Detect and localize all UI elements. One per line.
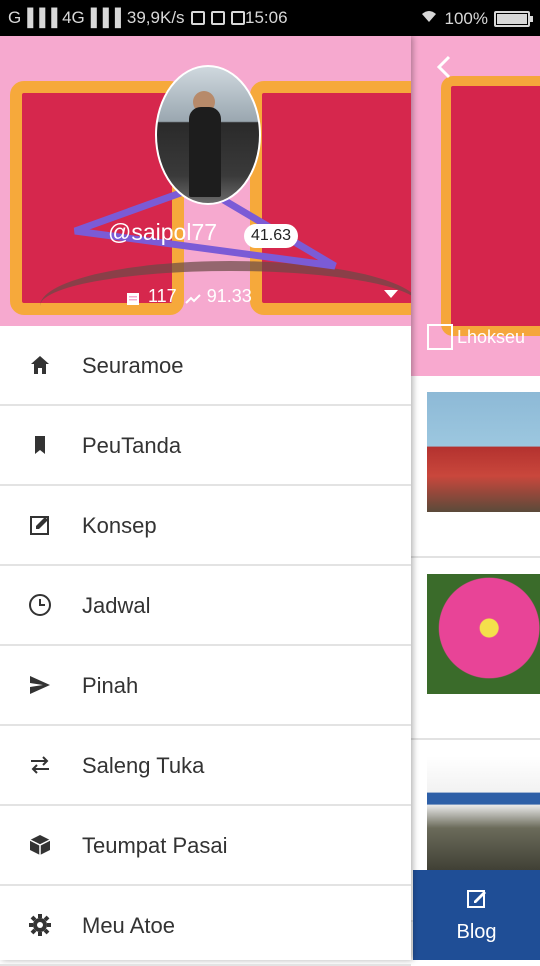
menu-item-jadwal[interactable]: Jadwal (0, 566, 411, 646)
media-icon (230, 11, 245, 25)
post-thumbnail (427, 574, 540, 694)
post-thumbnail (427, 756, 540, 876)
back-arrow-icon[interactable] (431, 54, 457, 80)
location-tag: Lhokseu (427, 324, 525, 350)
check-icon (210, 11, 225, 25)
menu-item-konsep[interactable]: Konsep (0, 486, 411, 566)
navigation-drawer: @saipol77 41.63 117 91.33 Seuramoe PeuTa… (0, 36, 411, 966)
post-thumbnail (427, 392, 540, 512)
profile-stats: 117 91.33 (126, 286, 252, 307)
menu-item-seuramoe[interactable]: Seuramoe (0, 326, 411, 406)
edit-icon (465, 886, 489, 915)
menu-item-meu-atoe[interactable]: Meu Atoe (0, 886, 411, 966)
posts-count: 117 (148, 286, 177, 306)
account-dropdown-icon[interactable] (384, 290, 398, 298)
signal-indicator: G▐▐▐ 4G▐▐▐ (8, 8, 121, 27)
send-icon (28, 673, 52, 697)
network-speed: 39,9K/s (126, 8, 185, 27)
bookmark-icon (28, 433, 52, 457)
edit-icon (28, 513, 52, 537)
menu-item-peutanda[interactable]: PeuTanda (0, 406, 411, 486)
blog-button[interactable]: Blog (413, 870, 540, 960)
trend-icon (184, 290, 201, 304)
battery-percent: 100% (444, 8, 488, 28)
avatar[interactable] (155, 65, 261, 205)
background-screen: Lhokseu Blog (411, 36, 540, 960)
location-icon (427, 324, 453, 350)
menu-item-label: Pinah (82, 673, 139, 698)
blog-button-label: Blog (456, 921, 497, 943)
menu-item-label: Jadwal (82, 593, 151, 618)
gear-icon (28, 913, 52, 937)
background-header: Lhokseu (411, 36, 540, 376)
chat-icon (190, 11, 205, 25)
swap-icon (28, 753, 52, 777)
drawer-header: @saipol77 41.63 117 91.33 (0, 36, 411, 326)
menu-item-label: Konsep (82, 513, 157, 538)
menu-item-saleng-tuka[interactable]: Saleng Tuka (0, 726, 411, 806)
list-item[interactable] (411, 376, 540, 558)
location-text: Lhokseu (457, 326, 526, 347)
clock-icon (28, 593, 52, 617)
menu-item-label: Seuramoe (82, 353, 184, 378)
reputation-badge: 41.63 (244, 224, 299, 248)
home-icon (28, 353, 52, 377)
menu-item-label: Meu Atoe (82, 913, 175, 938)
menu-item-teumpat-pasai[interactable]: Teumpat Pasai (0, 806, 411, 886)
drawer-menu: Seuramoe PeuTanda Konsep Jadwal Pinah Sa… (0, 326, 411, 966)
clock-time: 15:06 (245, 8, 288, 27)
wifi-icon (419, 8, 439, 29)
status-bar: G▐▐▐ 4G▐▐▐ 39,9K/s 15:06 100% (0, 0, 540, 36)
menu-item-label: Saleng Tuka (82, 753, 205, 778)
list-item[interactable] (411, 558, 540, 740)
post-list (411, 376, 540, 922)
battery-icon (494, 10, 533, 27)
menu-item-label: PeuTanda (82, 433, 182, 458)
cube-icon (28, 833, 52, 857)
username[interactable]: @saipol77 (108, 219, 217, 246)
menu-item-label: Teumpat Pasai (82, 833, 228, 858)
posts-icon (126, 290, 140, 305)
menu-item-pinah[interactable]: Pinah (0, 646, 411, 726)
background-header-graphic (441, 76, 540, 336)
voting-power: 91.33 (206, 286, 252, 306)
